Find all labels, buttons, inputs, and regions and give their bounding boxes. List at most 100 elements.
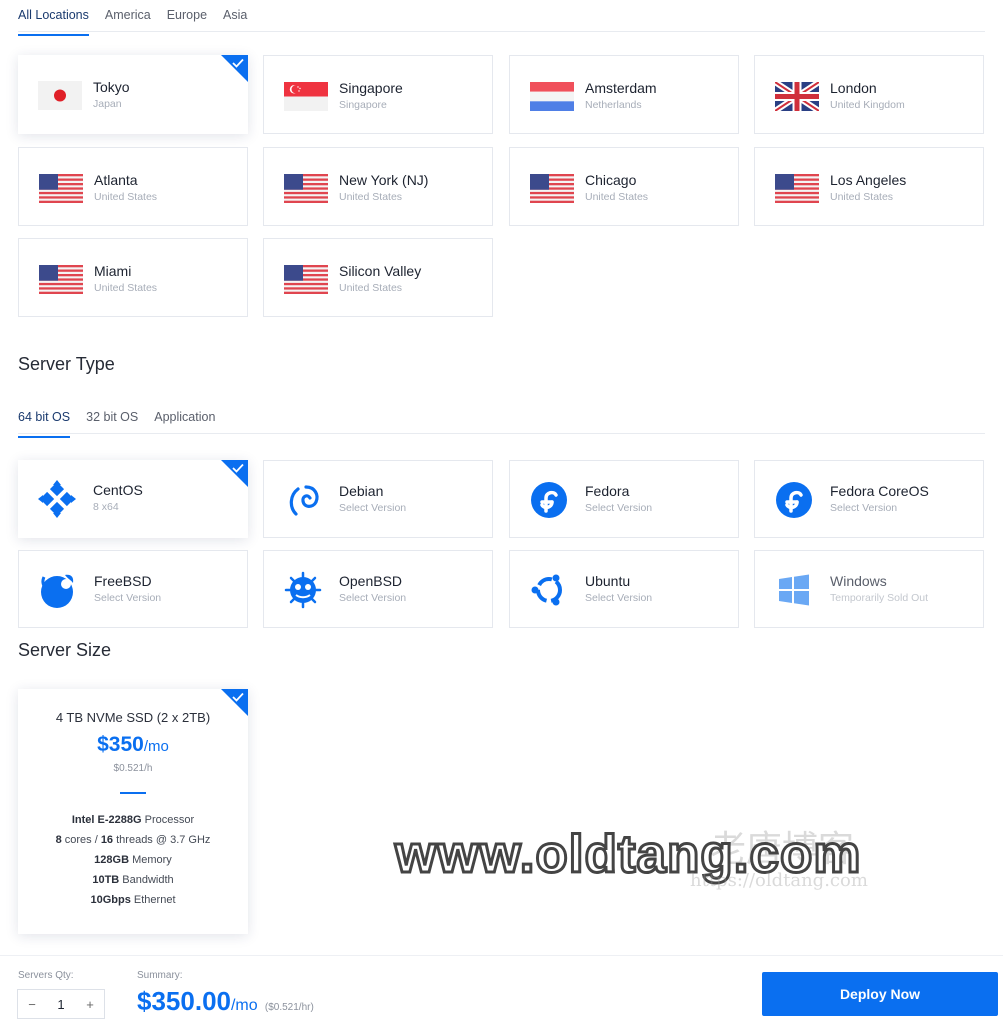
os-name: CentOS xyxy=(93,482,143,498)
netherlands-flag-icon xyxy=(530,82,574,111)
server-size-heading: Server Size xyxy=(18,640,112,660)
deploy-now-button[interactable]: Deploy Now xyxy=(762,972,998,1016)
location-city: Miami xyxy=(94,263,132,279)
os-card-fedora-coreos[interactable]: Fedora CoreOS Select Version xyxy=(754,460,984,538)
os-name: FreeBSD xyxy=(94,573,152,589)
plan-hourly: $0.521/h xyxy=(113,763,153,774)
openbsd-icon xyxy=(284,571,322,609)
os-name: Fedora CoreOS xyxy=(830,483,929,499)
qty-value[interactable]: 1 xyxy=(47,997,75,1012)
plan-bandwidth: 10TB Bandwidth xyxy=(92,874,174,886)
location-city: London xyxy=(830,80,877,96)
os-version: Select Version xyxy=(830,502,898,514)
plan-price-period: /mo xyxy=(143,738,169,755)
selected-check-icon xyxy=(221,689,248,716)
os-version: Select Version xyxy=(585,502,653,514)
location-card-tokyo[interactable]: Tokyo Japan xyxy=(18,55,248,134)
location-city: New York (NJ) xyxy=(339,172,429,188)
plan-storage: 4 TB NVMe SSD (2 x 2TB) xyxy=(55,710,211,725)
fedora-coreos-icon xyxy=(775,481,813,519)
plan-cores: 8 cores / 16 threads @ 3.7 GHz xyxy=(55,834,211,846)
os-name: Debian xyxy=(339,483,384,499)
plan-divider xyxy=(120,792,146,794)
selected-check-icon xyxy=(221,460,248,487)
japan-flag-icon xyxy=(38,81,82,110)
location-card-singapore[interactable]: Singapore Singapore xyxy=(263,55,493,134)
qty-decrement-button[interactable]: − xyxy=(18,997,46,1012)
plan-ethernet: 10Gbps Ethernet xyxy=(90,894,176,906)
order-footer: Servers Qty: − 1 + Summary: $350.00/mo (… xyxy=(0,955,1003,1024)
us-flag-icon xyxy=(39,265,83,294)
location-city: Los Angeles xyxy=(830,172,907,188)
location-country: United States xyxy=(94,282,158,294)
plan-price: $350/mo xyxy=(18,733,248,757)
location-city: Chicago xyxy=(585,172,637,188)
os-card-centos[interactable]: CentOS 8 x64 xyxy=(18,460,248,538)
os-version: Select Version xyxy=(339,502,407,514)
qty-label: Servers Qty: xyxy=(18,970,74,981)
plan-processor: Intel E-2288G Processor xyxy=(71,814,195,826)
os-card-fedora[interactable]: Fedora Select Version xyxy=(509,460,739,538)
location-card-miami[interactable]: Miami United States xyxy=(18,238,248,317)
location-city: Singapore xyxy=(339,80,403,96)
os-card-ubuntu[interactable]: Ubuntu Select Version xyxy=(509,550,739,628)
plan-memory: 128GB Memory xyxy=(94,854,172,866)
server-type-heading: Server Type xyxy=(18,354,115,374)
us-flag-icon xyxy=(775,174,819,203)
location-card-london[interactable]: London United Kingdom xyxy=(754,55,984,134)
uk-flag-icon xyxy=(775,82,819,111)
location-card-chicago[interactable]: Chicago United States xyxy=(509,147,739,226)
location-country: United States xyxy=(830,191,894,203)
us-flag-icon xyxy=(530,174,574,203)
fedora-icon xyxy=(530,481,568,519)
os-card-freebsd[interactable]: FreeBSD Select Version xyxy=(18,550,248,628)
os-card-openbsd[interactable]: OpenBSD Select Version xyxy=(263,550,493,628)
singapore-flag-icon xyxy=(284,82,328,111)
location-country: United Kingdom xyxy=(830,99,905,111)
location-card-amsterdam[interactable]: Amsterdam Netherlands xyxy=(509,55,739,134)
os-name: Ubuntu xyxy=(585,573,631,589)
location-city: Silicon Valley xyxy=(339,263,422,279)
location-country: United States xyxy=(585,191,649,203)
location-country: United States xyxy=(94,191,158,203)
location-card-new-york[interactable]: New York (NJ) United States xyxy=(263,147,493,226)
watermark-url: https://oldtang.com xyxy=(690,870,868,891)
quantity-stepper: − 1 + xyxy=(17,989,105,1019)
os-name: Windows xyxy=(830,573,887,589)
location-city: Tokyo xyxy=(93,79,130,95)
os-name: Fedora xyxy=(585,483,630,499)
location-tabs-divider xyxy=(18,31,985,32)
plan-card[interactable]: 4 TB NVMe SSD (2 x 2TB) $350/mo $0.521/h… xyxy=(18,689,248,934)
os-tabs-divider xyxy=(18,433,985,434)
os-version: 8 x64 xyxy=(93,501,119,513)
plan-price-amount: $350 xyxy=(97,733,144,756)
summary-total: $350.00/mo ($0.521/hr) xyxy=(137,986,314,1016)
location-city: Amsterdam xyxy=(585,80,657,96)
location-card-los-angeles[interactable]: Los Angeles United States xyxy=(754,147,984,226)
qty-increment-button[interactable]: + xyxy=(76,997,104,1012)
ubuntu-icon xyxy=(530,571,568,609)
location-city: Atlanta xyxy=(94,172,138,188)
location-card-silicon-valley[interactable]: Silicon Valley United States xyxy=(263,238,493,317)
summary-label: Summary: xyxy=(137,970,183,981)
os-version: Select Version xyxy=(339,592,407,604)
os-name: OpenBSD xyxy=(339,573,403,589)
location-country: Netherlands xyxy=(585,99,642,111)
selected-check-icon xyxy=(221,55,248,82)
us-flag-icon xyxy=(284,174,328,203)
freebsd-icon xyxy=(39,571,77,609)
os-card-debian[interactable]: Debian Select Version xyxy=(263,460,493,538)
us-flag-icon xyxy=(284,265,328,294)
os-version: Temporarily Sold Out xyxy=(830,592,929,604)
os-version: Select Version xyxy=(585,592,653,604)
centos-icon xyxy=(38,480,76,518)
os-card-windows: Windows Temporarily Sold Out xyxy=(754,550,984,628)
location-country: United States xyxy=(339,191,403,203)
location-country: Singapore xyxy=(339,99,387,111)
location-country: Japan xyxy=(93,98,122,110)
location-card-atlanta[interactable]: Atlanta United States xyxy=(18,147,248,226)
os-version: Select Version xyxy=(94,592,162,604)
us-flag-icon xyxy=(39,174,83,203)
location-country: United States xyxy=(339,282,403,294)
debian-icon xyxy=(284,481,322,519)
